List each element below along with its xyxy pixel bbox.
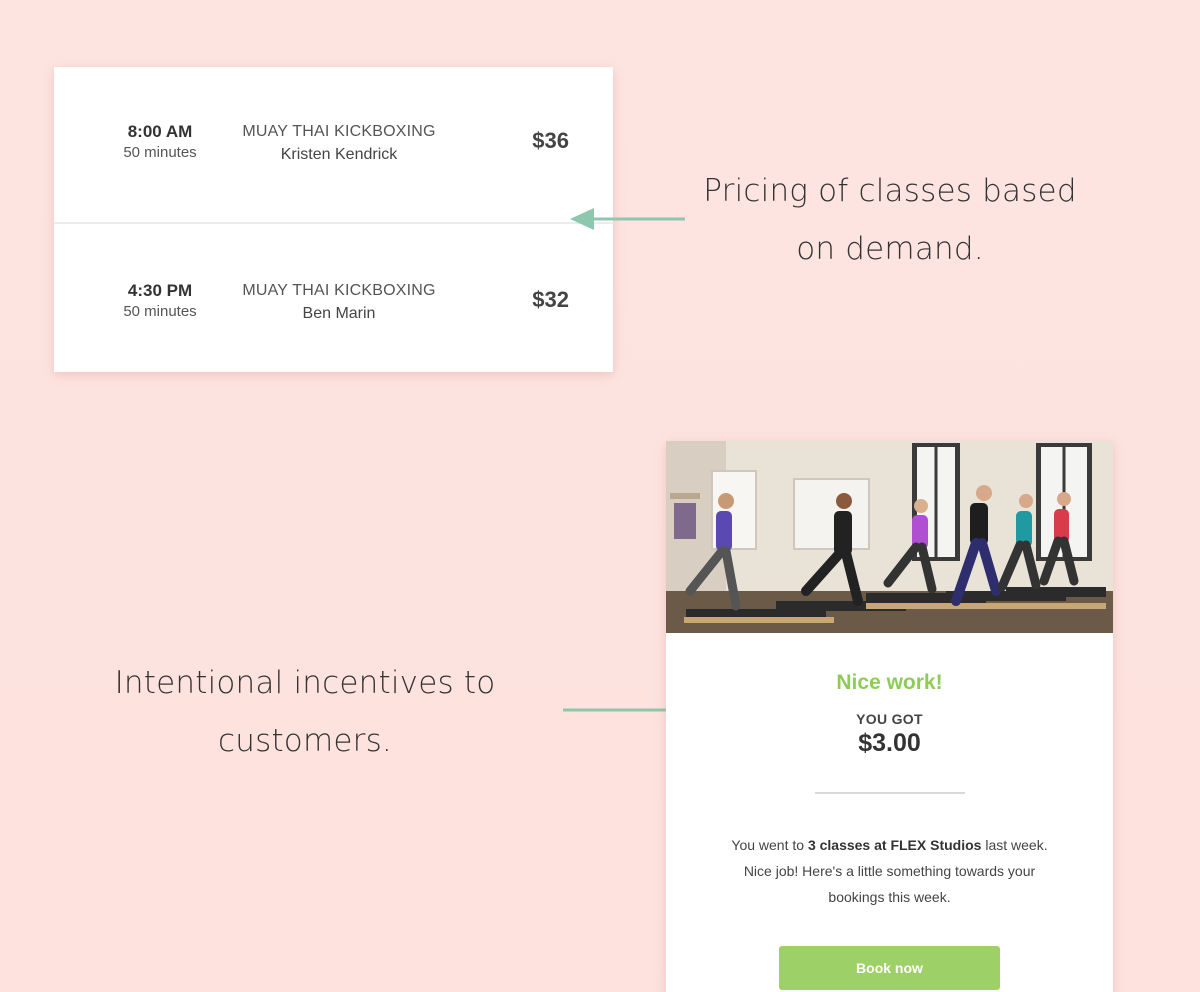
class-time-column: 4:30 PM 50 minutes	[84, 280, 236, 323]
email-message: You went to 3 classes at FLEX Studios la…	[725, 832, 1055, 910]
pilates-class-photo	[666, 441, 1113, 633]
left-arrow-icon	[570, 208, 685, 230]
class-name: MUAY THAI KICKBOXING	[242, 282, 436, 299]
pricing-annotation-line: on demand.	[796, 231, 984, 267]
book-now-button[interactable]: Book now	[779, 946, 1000, 990]
canvas: 8:00 AM 50 minutes MUAY THAI KICKBOXING …	[0, 0, 1200, 992]
incentive-annotation: Intentional incentives to customers.	[95, 654, 515, 770]
pricing-annotation-line: Pricing of classes based	[703, 173, 1077, 209]
class-price: $36	[532, 128, 569, 153]
class-duration: 50 minutes	[123, 144, 197, 161]
class-row[interactable]: 4:30 PM 50 minutes MUAY THAI KICKBOXING …	[54, 222, 613, 372]
class-info-column: MUAY THAI KICKBOXING Ben Marin	[224, 280, 454, 326]
reward-label: YOU GOT	[856, 711, 923, 727]
class-schedule-card: 8:00 AM 50 minutes MUAY THAI KICKBOXING …	[54, 67, 613, 372]
incentive-annotation-line: customers.	[218, 723, 392, 759]
class-time: 4:30 PM	[127, 281, 193, 300]
class-instructor: Ben Marin	[302, 305, 376, 322]
reward-amount: $3.00	[858, 729, 921, 757]
divider	[814, 792, 965, 794]
class-time-column: 8:00 AM 50 minutes	[84, 121, 236, 164]
class-row[interactable]: 8:00 AM 50 minutes MUAY THAI KICKBOXING …	[54, 67, 613, 222]
class-name: MUAY THAI KICKBOXING	[242, 123, 436, 140]
incentive-email-card: Nice work! YOU GOT $3.00 You went to 3 c…	[666, 441, 1113, 992]
incentive-annotation-line: Intentional incentives to	[114, 665, 496, 701]
pilates-class-illustration	[666, 441, 1113, 633]
class-instructor: Kristen Kendrick	[280, 146, 398, 163]
message-prefix: You went to	[731, 837, 808, 853]
pricing-annotation: Pricing of classes based on demand.	[690, 162, 1090, 278]
class-info-column: MUAY THAI KICKBOXING Kristen Kendrick	[224, 121, 454, 167]
message-highlight: 3 classes at FLEX Studios	[807, 837, 982, 853]
email-body: Nice work! YOU GOT $3.00 You went to 3 c…	[666, 671, 1113, 990]
class-duration: 50 minutes	[123, 303, 197, 320]
class-price: $32	[532, 287, 569, 312]
class-time: 8:00 AM	[127, 122, 193, 141]
email-headline: Nice work!	[836, 671, 943, 694]
